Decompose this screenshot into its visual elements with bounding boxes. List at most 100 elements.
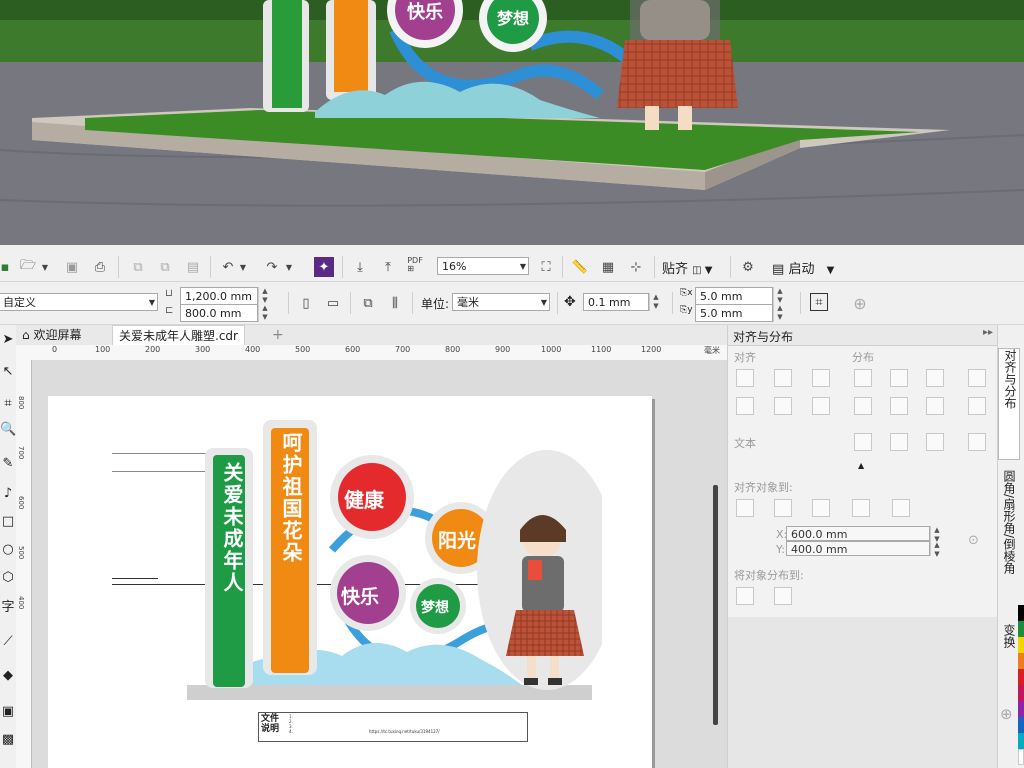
distribute-bottom-icon[interactable] bbox=[968, 397, 986, 415]
align-left-icon[interactable] bbox=[736, 369, 754, 387]
current-page-icon[interactable]: ⫼ bbox=[385, 293, 405, 313]
distribute-right-icon[interactable] bbox=[968, 369, 986, 387]
text-tool-icon[interactable]: 字 bbox=[0, 597, 16, 619]
artistic-media-icon[interactable]: ♪ bbox=[0, 483, 16, 505]
options-gear-icon[interactable]: ⚙ bbox=[738, 257, 758, 277]
target-point-icon[interactable]: ⊙ bbox=[968, 533, 979, 548]
palette-swatch[interactable] bbox=[1018, 669, 1024, 685]
align-y-spinner[interactable]: ▲ ▼ bbox=[930, 541, 943, 558]
snap-to-menu[interactable]: 贴齐 ◫ ▼ bbox=[662, 258, 712, 277]
new-tab-plus-icon[interactable]: + bbox=[266, 325, 290, 345]
side-tab-transform[interactable]: 变换 bbox=[998, 624, 1018, 674]
tab-welcome[interactable]: ⌂ 欢迎屏幕 bbox=[16, 325, 87, 345]
page-height-spinner[interactable]: ▲ ▼ bbox=[258, 304, 271, 322]
corel-connect-icon[interactable]: ✦ bbox=[314, 257, 334, 277]
align-to-grid-icon[interactable] bbox=[852, 499, 870, 517]
zoom-tool-icon[interactable]: 🔍 bbox=[0, 419, 16, 441]
duplicate-x-spinner[interactable]: ▲ ▼ bbox=[773, 287, 786, 305]
palette-swatch[interactable] bbox=[1018, 605, 1024, 621]
page-width-field[interactable]: 1,200.0 mm bbox=[180, 287, 258, 305]
drawing-canvas[interactable]: 关爱未成年人 呵护祖国花朵 健康 阳光 快乐 梦想 文件说明 1. 2. 3. … bbox=[32, 360, 727, 768]
all-pages-icon[interactable]: ⧉ bbox=[358, 293, 378, 313]
open-dropdown-icon[interactable]: ▼ bbox=[40, 257, 50, 277]
palette-swatch[interactable] bbox=[1018, 653, 1024, 669]
align-x-field[interactable]: 600.0 mm bbox=[786, 526, 930, 541]
vertical-ruler[interactable]: 800 700 600 500 400 bbox=[16, 360, 32, 768]
tab-document[interactable]: 关爱未成年人雕塑.cdr bbox=[112, 325, 245, 346]
palette-swatch[interactable] bbox=[1018, 749, 1024, 765]
page-width-spinner[interactable]: ▲ ▼ bbox=[258, 287, 271, 305]
undo-dropdown-icon[interactable]: ▼ bbox=[238, 257, 248, 277]
page-frame-icon[interactable]: ⌗ bbox=[810, 293, 828, 311]
portrait-icon[interactable]: ▯ bbox=[296, 293, 316, 313]
palette-swatch[interactable] bbox=[1018, 621, 1024, 637]
distribute-center-h-icon[interactable] bbox=[890, 369, 908, 387]
crop-tool-icon[interactable]: ⌗ bbox=[0, 393, 16, 415]
text-bounding-box-icon[interactable] bbox=[926, 433, 944, 451]
distribute-spacing-h-icon[interactable] bbox=[926, 369, 944, 387]
add-page-plus-icon[interactable]: ⊕ bbox=[850, 293, 870, 313]
add-docker-plus-icon[interactable]: ⊕ bbox=[1000, 705, 1013, 723]
duplicate-y-spinner[interactable]: ▲ ▼ bbox=[773, 304, 786, 322]
cut-icon[interactable]: ⧉ bbox=[128, 257, 148, 277]
redo-icon[interactable]: ↷ bbox=[262, 257, 282, 277]
copy-icon[interactable]: ⧉ bbox=[155, 257, 175, 277]
pick-tool-icon[interactable]: ➤ bbox=[0, 329, 16, 351]
text-first-line-icon[interactable] bbox=[854, 433, 872, 451]
ellipse-tool-icon[interactable]: ○ bbox=[0, 539, 16, 561]
vertical-scrollbar[interactable] bbox=[713, 485, 718, 725]
palette-swatch[interactable] bbox=[1018, 685, 1024, 701]
align-right-icon[interactable] bbox=[812, 369, 830, 387]
zoom-level-select[interactable]: 16% ▼ bbox=[437, 257, 529, 275]
page-height-field[interactable]: 800.0 mm bbox=[180, 304, 258, 322]
shadow-tool-icon[interactable]: ▣ bbox=[0, 701, 16, 723]
align-top-icon[interactable] bbox=[736, 397, 754, 415]
align-y-field[interactable]: 400.0 mm bbox=[786, 541, 930, 556]
distribute-center-v-icon[interactable] bbox=[890, 397, 908, 415]
align-bottom-icon[interactable] bbox=[812, 397, 830, 415]
duplicate-y-field[interactable]: 5.0 mm bbox=[695, 304, 773, 322]
export-icon[interactable]: ⤒ bbox=[378, 257, 398, 277]
align-to-page-center-icon[interactable] bbox=[774, 499, 792, 517]
open-folder-icon[interactable]: 🗁 bbox=[18, 257, 38, 277]
align-to-point-icon[interactable] bbox=[892, 499, 910, 517]
show-grid-icon[interactable]: ▦ bbox=[598, 257, 618, 277]
align-center-v-icon[interactable] bbox=[774, 397, 792, 415]
text-outline-icon[interactable] bbox=[968, 433, 986, 451]
nudge-spinner[interactable]: ▲ ▼ bbox=[649, 293, 662, 311]
distribute-top-icon[interactable] bbox=[854, 397, 872, 415]
fill-tool-icon[interactable]: ◆ bbox=[0, 665, 16, 687]
undo-icon[interactable]: ↶ bbox=[218, 257, 238, 277]
horizontal-ruler[interactable]: 0 100 200 300 400 500 600 700 800 900 10… bbox=[16, 345, 727, 361]
page-size-preset-select[interactable]: 自定义 ▼ bbox=[0, 293, 158, 311]
paste-icon[interactable]: ▤ bbox=[183, 257, 203, 277]
side-tab-align-distribute[interactable]: 对齐与分布 bbox=[998, 348, 1020, 460]
publish-pdf-icon[interactable]: PDF ⊞ bbox=[405, 255, 425, 275]
pattern-fill-icon[interactable]: ▩ bbox=[0, 729, 16, 751]
show-guidelines-icon[interactable]: ⊹ bbox=[626, 257, 646, 277]
align-to-active-object-icon[interactable] bbox=[736, 499, 754, 517]
landscape-icon[interactable]: ▭ bbox=[323, 293, 343, 313]
align-x-spinner[interactable]: ▲ ▼ bbox=[930, 526, 943, 543]
side-tab-corners[interactable]: 圆角/扇形角/倒棱角 bbox=[998, 470, 1018, 610]
print-icon[interactable]: ⎙ bbox=[90, 257, 110, 277]
align-to-page-edge-icon[interactable] bbox=[812, 499, 830, 517]
distribute-left-icon[interactable] bbox=[854, 369, 872, 387]
palette-swatch[interactable] bbox=[1018, 701, 1024, 717]
distribute-to-page-icon[interactable] bbox=[774, 587, 792, 605]
nudge-distance-field[interactable]: 0.1 mm bbox=[583, 293, 649, 311]
palette-swatch[interactable] bbox=[1018, 733, 1024, 749]
duplicate-x-field[interactable]: 5.0 mm bbox=[695, 287, 773, 305]
full-screen-preview-icon[interactable]: ⛶ bbox=[536, 257, 556, 277]
shape-tool-icon[interactable]: ↖ bbox=[0, 361, 16, 383]
palette-swatch[interactable] bbox=[1018, 637, 1024, 653]
text-last-line-icon[interactable] bbox=[890, 433, 908, 451]
palette-swatch[interactable] bbox=[1018, 717, 1024, 733]
import-icon[interactable]: ⤓ bbox=[350, 257, 370, 277]
dimension-tool-icon[interactable]: ⟋ bbox=[0, 631, 16, 653]
collapse-section-icon[interactable]: ▲ bbox=[858, 461, 864, 470]
launch-menu[interactable]: ▤ 启动 ▼ bbox=[772, 258, 834, 277]
distribute-to-selection-icon[interactable] bbox=[736, 587, 754, 605]
distribute-spacing-v-icon[interactable] bbox=[926, 397, 944, 415]
new-document-icon[interactable]: ▪ bbox=[0, 257, 10, 277]
